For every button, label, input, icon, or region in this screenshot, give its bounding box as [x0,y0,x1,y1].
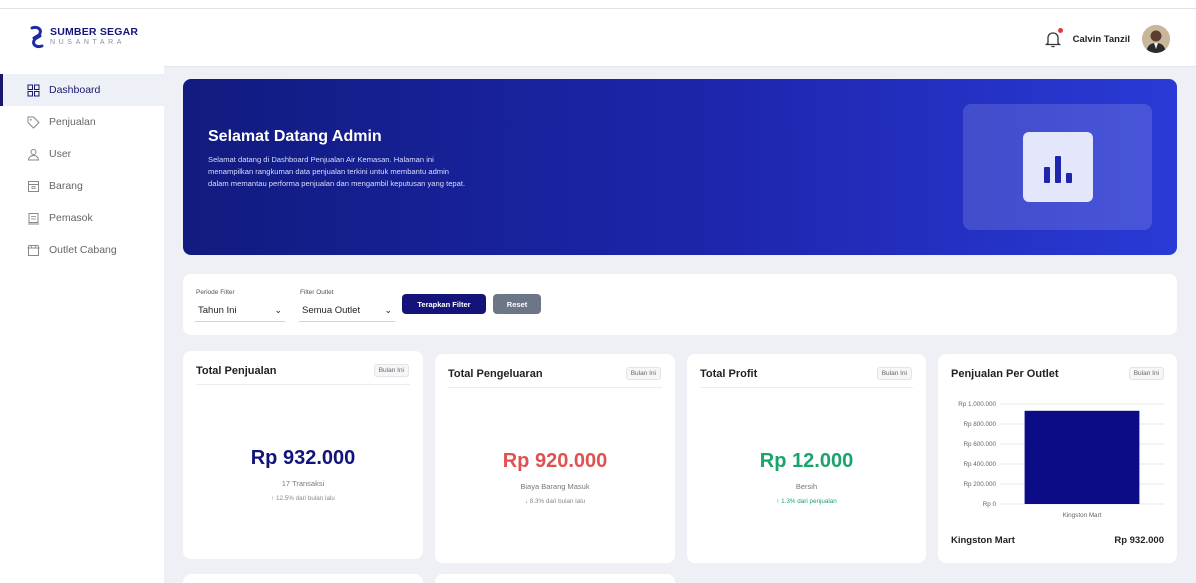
sidebar-item-outlet-cabang[interactable]: Outlet Cabang [0,234,164,266]
y-tick-label: Rp 200.000 [963,481,996,488]
expense-subtitle: Biaya Barang Masuk [520,482,590,491]
card-stub [183,574,423,583]
outlet-name: Kingston Mart [951,535,1015,546]
y-tick-label: Rp 400.000 [963,461,996,468]
period-filter-label: Periode Filter [196,289,235,296]
apply-filter-button[interactable]: Terapkan Filter [402,294,486,314]
bar-chart-icon [1023,132,1093,202]
period-filter-value: Tahun Ini [198,305,237,316]
brand-logo[interactable]: SUMBER SEGAR NUSANTARA [30,25,138,49]
expense-trend: ↓ 8.3% dari bulan lalu [524,498,586,505]
y-tick-label: Rp 0 [983,501,997,508]
divider [448,387,662,388]
brand-sub: NUSANTARA [50,39,126,46]
sales-trend: ↑ 12.5% dari bulan lalu [271,495,335,502]
clipboard-icon [28,212,39,224]
card-title: Total Profit [700,368,758,380]
card-total-sales: Total Penjualan Bulan Ini Rp 932.000 17 … [183,351,423,559]
card-badge: Bulan Ini [876,367,912,380]
outlet-filter-value: Semua Outlet [302,305,361,316]
profit-value: Rp 12.000 [759,450,854,472]
sales-transactions: 17 Transaksi [281,479,325,488]
user-icon [27,148,40,160]
hero-icon-panel [963,104,1152,230]
avatar[interactable] [1142,25,1170,53]
reset-filter-button[interactable]: Reset [493,294,541,314]
card-total-expense: Total Pengeluaran Bulan Ini Rp 920.000 B… [435,354,675,563]
outlet-bar-chart: Rp 1.000.000 Rp 800.000 Rp 600.000 Rp 400.0… [958,401,1164,519]
outlet-filter-label: Filter Outlet [300,289,334,296]
top-bar: SUMBER SEGAR NUSANTARA Calvin Tanzil [0,0,1196,66]
chevron-down-icon: ⌄ [274,305,282,315]
sidebar-item-label: Barang [49,180,83,192]
card-badge: Bulan Ini [625,367,661,380]
sales-value: Rp 932.000 [250,447,356,469]
dashboard-icon [27,84,40,96]
y-tick-label: Rp 600.000 [963,441,996,448]
card-sales-per-outlet: Penjualan Per Outlet Bulan Ini Rp 1.000.… [938,354,1177,563]
profit-subtitle: Bersih [795,482,818,491]
y-tick-label: Rp 800.000 [963,421,996,428]
outlet-sales-value: Rp 932.000 [1114,535,1164,546]
welcome-banner: Selamat Datang Admin Selamat datang di D… [183,79,1177,255]
sidebar-item-barang[interactable]: Barang [0,170,164,202]
card-title: Total Pengeluaran [448,368,543,380]
store-icon [27,244,40,256]
box-icon [28,180,39,192]
brand-name: SUMBER SEGAR [50,26,139,38]
divider [196,384,410,385]
notification-dot [1057,28,1063,33]
tag-icon [27,116,40,129]
welcome-title: Selamat Datang Admin [208,128,382,145]
welcome-description: Selamat datang di Dashboard Penjualan Ai… [208,155,466,189]
sidebar-item-label: Dashboard [49,84,101,96]
profit-trend: ↑ 1.3% dari penjualan [776,498,837,505]
card-total-profit: Total Profit Bulan Ini Rp 12.000 Bersih … [687,354,926,563]
sidebar-item-user[interactable]: User [0,138,164,170]
sidebar-item-label: Pemasok [49,212,93,224]
sidebar-item-dashboard[interactable]: Dashboard [0,74,164,106]
logo-mark-icon [30,26,44,48]
sidebar-item-label: Penjualan [49,116,96,128]
y-tick-label: Rp 1.000.000 [958,401,996,408]
period-filter-select[interactable]: Tahun Ini ⌄ [195,300,285,322]
sidebar-item-label: User [49,148,72,160]
bar-kingston-mart[interactable] [1024,410,1140,504]
card-badge: Bulan Ini [373,364,409,377]
x-tick-label: Kingston Mart [1063,512,1102,519]
sidebar-item-label: Outlet Cabang [49,244,117,256]
expense-value: Rp 920.000 [502,450,608,472]
outlet-filter-select[interactable]: Semua Outlet ⌄ [299,300,395,322]
sidebar: Dashboard Penjualan User Barang Pemasok … [0,66,164,583]
sidebar-item-pemasok[interactable]: Pemasok [0,202,164,234]
filter-panel: Periode Filter Tahun Ini ⌄ Filter Outlet… [183,274,1177,335]
card-stub [435,574,675,583]
card-title: Total Penjualan [196,365,277,377]
divider [700,387,913,388]
sidebar-item-penjualan[interactable]: Penjualan [0,106,164,138]
chevron-down-icon: ⌄ [384,305,392,315]
notification-bell-icon[interactable] [1044,28,1063,48]
user-name[interactable]: Calvin Tanzil [1073,34,1130,45]
